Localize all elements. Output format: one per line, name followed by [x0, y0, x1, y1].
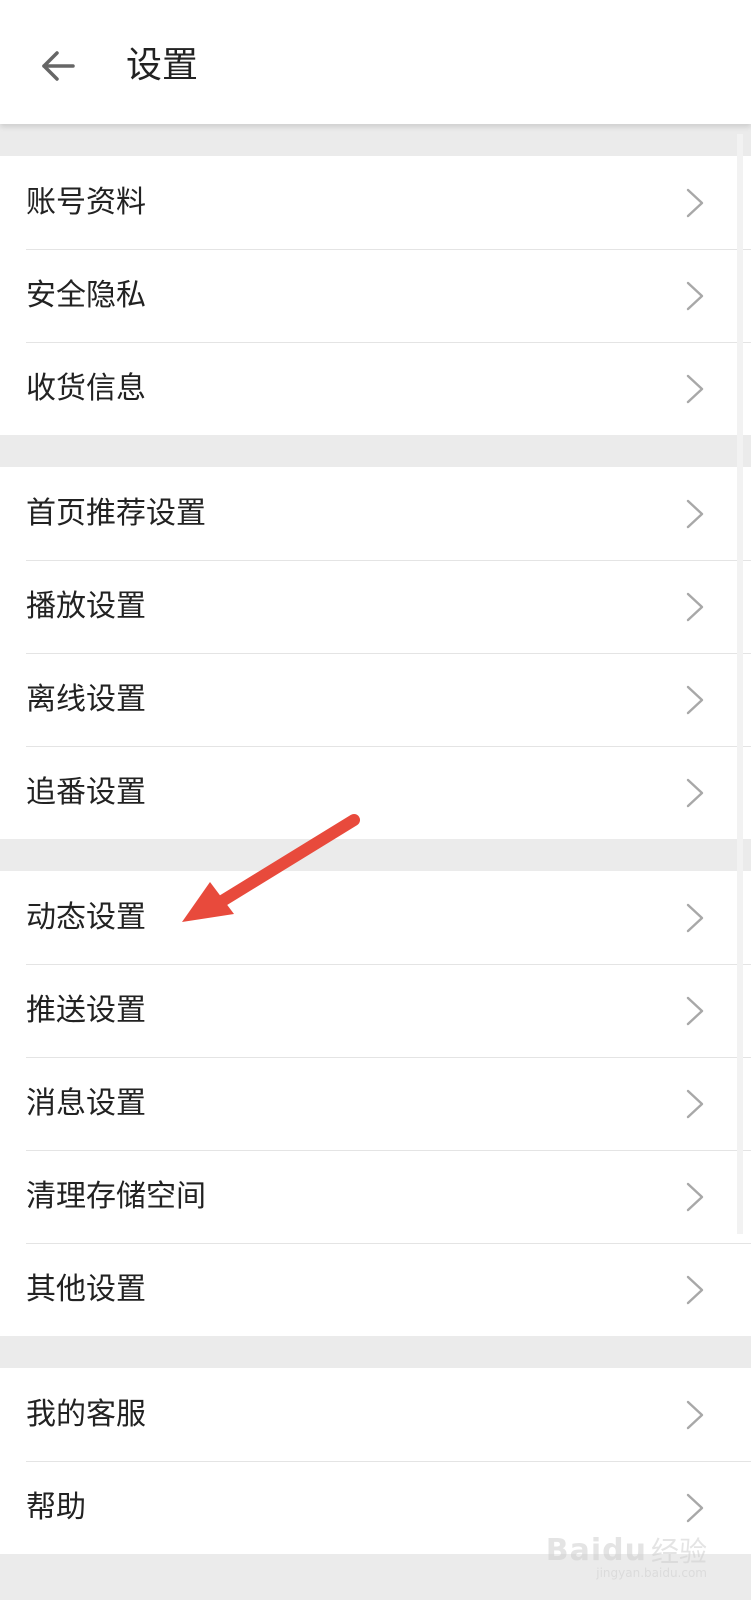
- settings-row[interactable]: 播放设置: [0, 560, 751, 653]
- page-title: 设置: [126, 45, 199, 86]
- chevron-right-icon: [686, 685, 704, 715]
- settings-row[interactable]: 清理存储空间: [0, 1150, 751, 1243]
- section-gap: [0, 1336, 751, 1368]
- settings-row-label: 动态设置: [26, 900, 146, 935]
- settings-section: 账号资料安全隐私收货信息: [0, 156, 751, 435]
- settings-row-label: 追番设置: [26, 775, 146, 810]
- settings-row[interactable]: 推送设置: [0, 964, 751, 1057]
- chevron-right-icon: [686, 1493, 704, 1523]
- chevron-right-icon: [686, 188, 704, 218]
- settings-row[interactable]: 安全隐私: [0, 249, 751, 342]
- settings-screen: 设置 账号资料安全隐私收货信息首页推荐设置 播放设置离线设置追番设置动态设置推送设…: [0, 0, 751, 1600]
- section-gap: [0, 124, 751, 156]
- settings-row-label: 离线设置: [26, 682, 146, 717]
- baidu-jingyan-watermark: Baidu 经验 jingyan.baidu.com: [545, 1530, 707, 1581]
- section-gap: [0, 435, 751, 467]
- settings-row-label: 安全隐私: [26, 278, 146, 313]
- settings-row[interactable]: 动态设置: [0, 871, 751, 964]
- settings-row[interactable]: 账号资料: [0, 156, 751, 249]
- chevron-right-icon: [686, 778, 704, 808]
- settings-row[interactable]: 其他设置: [0, 1243, 751, 1336]
- settings-row[interactable]: 追番设置: [0, 746, 751, 839]
- settings-section: 我的客服 帮助: [0, 1368, 751, 1554]
- watermark-logo: Baidu: [545, 1532, 647, 1568]
- settings-row[interactable]: 消息设置: [0, 1057, 751, 1150]
- chevron-right-icon: [686, 996, 704, 1026]
- chevron-right-icon: [686, 1182, 704, 1212]
- settings-row-label: 收货信息: [26, 371, 146, 406]
- settings-row-label: 帮助: [26, 1490, 86, 1525]
- chevron-right-icon: [686, 903, 704, 933]
- settings-list: 账号资料安全隐私收货信息首页推荐设置 播放设置离线设置追番设置动态设置推送设置消息…: [0, 124, 751, 1554]
- scrollbar[interactable]: [737, 134, 743, 1234]
- settings-row-label: 播放设置: [26, 589, 146, 624]
- settings-row[interactable]: 离线设置: [0, 653, 751, 746]
- settings-row[interactable]: 我的客服: [0, 1368, 751, 1461]
- settings-section: 首页推荐设置 播放设置离线设置追番设置: [0, 467, 751, 839]
- arrow-left-icon: [42, 51, 75, 81]
- chevron-right-icon: [686, 1275, 704, 1305]
- chevron-right-icon: [686, 1400, 704, 1430]
- settings-section: 动态设置推送设置消息设置清理存储空间 其他设置: [0, 871, 751, 1336]
- watermark-url: jingyan.baidu.com: [596, 1566, 707, 1580]
- top-bar: 设置: [0, 0, 751, 124]
- settings-row-label: 消息设置: [26, 1086, 146, 1121]
- chevron-right-icon: [686, 499, 704, 529]
- chevron-right-icon: [686, 374, 704, 404]
- settings-row-label: 清理存储空间: [26, 1179, 206, 1214]
- chevron-right-icon: [686, 592, 704, 622]
- settings-row-label: 推送设置: [26, 993, 146, 1028]
- section-gap: [0, 839, 751, 871]
- red-arrow-annotation: [182, 814, 360, 922]
- chevron-right-icon: [686, 281, 704, 311]
- settings-row[interactable]: 首页推荐设置: [0, 467, 751, 560]
- settings-row-label: 首页推荐设置: [26, 496, 206, 531]
- settings-row[interactable]: 收货信息: [0, 342, 751, 435]
- back-button[interactable]: [30, 38, 86, 94]
- settings-row-label: 其他设置: [26, 1272, 146, 1307]
- chevron-right-icon: [686, 1089, 704, 1119]
- watermark-text: 经验: [650, 1535, 707, 1568]
- settings-row-label: 账号资料: [26, 185, 146, 220]
- settings-row-label: 我的客服: [26, 1397, 146, 1432]
